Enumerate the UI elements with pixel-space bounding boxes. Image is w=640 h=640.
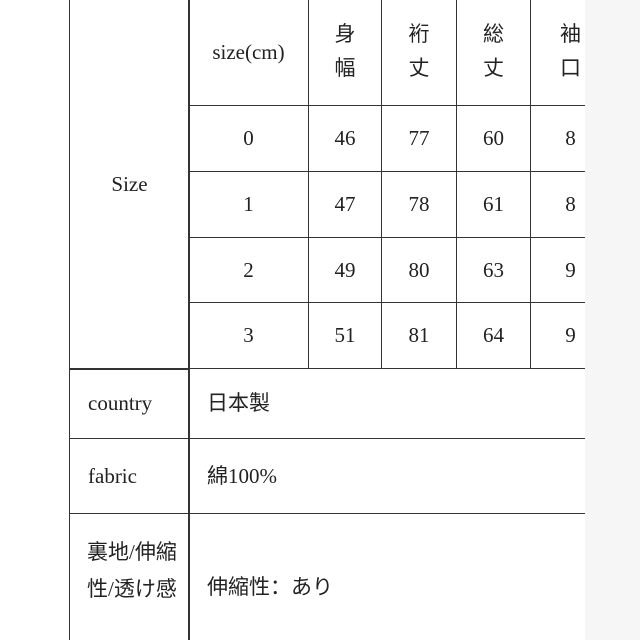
size-header-cell: 袖 口 — [530, 0, 585, 106]
size-value-cell: 9 — [530, 237, 585, 303]
size-value-cell: 63 — [456, 237, 531, 303]
size-value-cell: 49 — [308, 237, 382, 303]
size-value-cell: 3 — [188, 302, 309, 369]
size-value-cell: 46 — [308, 105, 382, 172]
size-value-cell: 64 — [456, 302, 531, 369]
size-header-cell: 裄 丈 — [381, 0, 457, 106]
size-row-label: Size — [69, 0, 190, 370]
size-value-cell: 9 — [530, 302, 585, 369]
size-value-cell: 8 — [530, 105, 585, 172]
detail-value: 伸縮性：あり — [188, 513, 585, 640]
detail-label: fabric — [69, 438, 190, 514]
size-value-cell: 2 — [188, 237, 309, 303]
size-value-cell: 60 — [456, 105, 531, 172]
size-value-cell: 47 — [308, 171, 382, 238]
size-header-cell: size(cm) — [188, 0, 309, 106]
size-value-cell: 81 — [381, 302, 457, 369]
size-value-cell: 77 — [381, 105, 457, 172]
size-header-cell: 身 幅 — [308, 0, 382, 106]
size-value-cell: 1 — [188, 171, 309, 238]
detail-value: 日本製 — [188, 368, 585, 439]
size-value-cell: 61 — [456, 171, 531, 238]
page-margin — [585, 0, 640, 640]
size-value-cell: 80 — [381, 237, 457, 303]
detail-label: 裏地/伸縮性/透け感 — [69, 513, 190, 640]
size-value-cell: 51 — [308, 302, 382, 369]
detail-value: 綿100% — [188, 438, 585, 514]
size-header-cell: 総 丈 — [456, 0, 531, 106]
product-spec-table: Size size(cm) 身 幅裄 丈総 丈袖 口 0 46 77 60 8 1 47 78 61 8… — [0, 0, 585, 640]
detail-label: country — [69, 368, 190, 439]
size-value-cell: 78 — [381, 171, 457, 238]
size-value-cell: 0 — [188, 105, 309, 172]
size-value-cell: 8 — [530, 171, 585, 238]
